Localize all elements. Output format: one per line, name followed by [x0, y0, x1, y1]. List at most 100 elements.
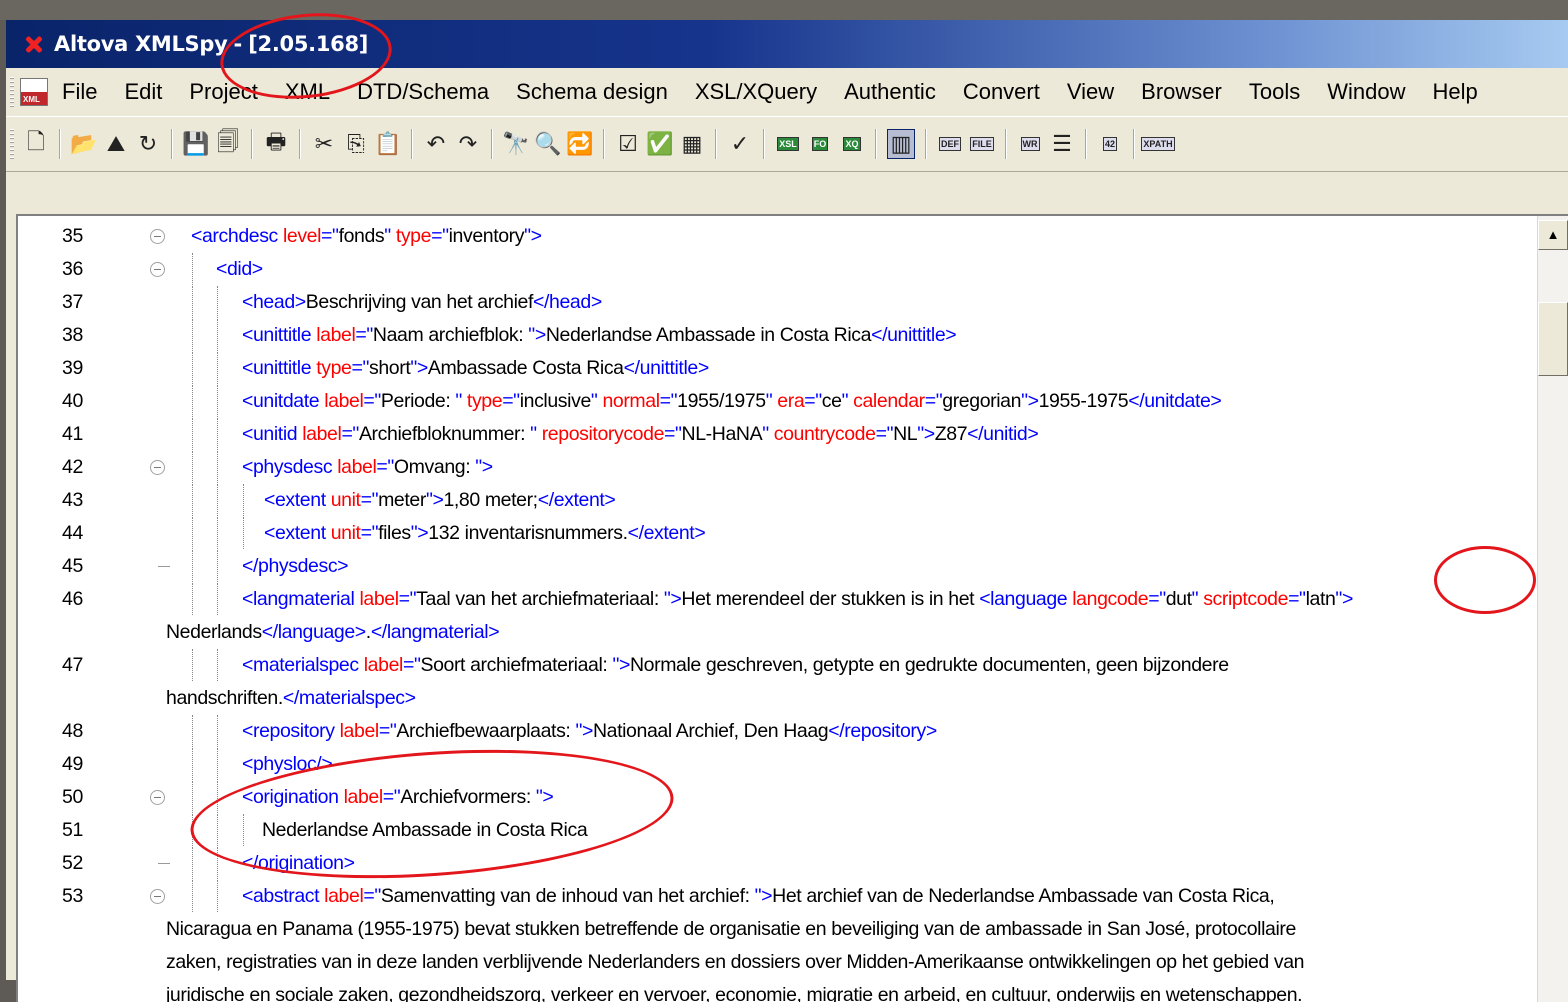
- open-folder-icon[interactable]: 📂: [70, 130, 97, 158]
- code-line[interactable]: 52 </origination>: [18, 847, 1528, 879]
- menu-xml[interactable]: XML: [285, 79, 330, 105]
- spellcheck-icon[interactable]: ✓: [727, 130, 753, 158]
- xml-attribute-name: type: [466, 390, 503, 412]
- xml-attribute-name: label: [324, 390, 364, 412]
- menu-tools[interactable]: Tools: [1249, 79, 1300, 105]
- reload-icon[interactable]: ↻: [135, 130, 161, 158]
- fold-toggle-icon[interactable]: [150, 889, 165, 904]
- open-url-icon[interactable]: ⛰: [103, 130, 129, 158]
- code-line[interactable]: 47 <materialspec label="Soort archiefmate…: [18, 649, 1528, 681]
- code-line[interactable]: 53 <abstract label="Samenvatting van de i…: [18, 880, 1528, 912]
- validate-icon[interactable]: ✅: [646, 130, 673, 158]
- xml-attribute-value: ce: [821, 390, 842, 412]
- copy-icon[interactable]: ⎘: [343, 130, 369, 158]
- xquery-icon[interactable]: XQ: [839, 130, 865, 158]
- project-validate-icon[interactable]: ▦: [679, 130, 705, 158]
- xml-tag: ">: [917, 423, 935, 445]
- code-line[interactable]: 50 <origination label="Archiefvormers: ">: [18, 781, 1528, 813]
- toolbar-separator: [715, 129, 717, 159]
- code-line[interactable]: zaken, registraties van in deze landen v…: [18, 946, 1528, 978]
- code-line[interactable]: 42 <physdesc label="Omvang: ">: [18, 451, 1528, 483]
- fold-toggle-icon[interactable]: [150, 790, 165, 805]
- fold-end-marker: [158, 566, 170, 567]
- scroll-thumb[interactable]: [1538, 302, 1568, 376]
- paste-icon[interactable]: 📋: [374, 130, 401, 158]
- menu-window[interactable]: Window: [1327, 79, 1405, 105]
- menu-help[interactable]: Help: [1432, 79, 1477, 105]
- code-line[interactable]: 41 <unitid label="Archiefbloknummer: " re…: [18, 418, 1528, 450]
- code-line[interactable]: 40 <unitdate label="Periode: " type="incl…: [18, 385, 1528, 417]
- text-editor[interactable]: 35 <archdesc level="fonds" type="inventor…: [16, 214, 1568, 1002]
- find-icon[interactable]: 🔭: [502, 130, 529, 158]
- code-line[interactable]: 49 <physloc/>: [18, 748, 1528, 780]
- code-text: handschriften.</materialspec>: [166, 682, 416, 714]
- fold-toggle-icon[interactable]: [150, 229, 165, 244]
- menu-view[interactable]: View: [1067, 79, 1114, 105]
- code-text: juridische en sociale zaken, gezondheids…: [166, 979, 1303, 1002]
- new-file-icon[interactable]: 🗋: [23, 129, 49, 158]
- indent-guide: [192, 583, 193, 615]
- code-line[interactable]: 35 <archdesc level="fonds" type="inventor…: [18, 220, 1528, 252]
- xml-text: Nicaragua en Panama (1955-1975) bevat st…: [166, 918, 1296, 940]
- line-number: 39: [62, 357, 83, 379]
- code-line[interactable]: Nederlands</language>.</langmaterial>: [18, 616, 1528, 648]
- def-icon[interactable]: DEF: [937, 130, 963, 158]
- replace-icon[interactable]: 🔁: [566, 130, 593, 158]
- version-label: [2.05.168]: [248, 32, 369, 56]
- line-number: 37: [62, 291, 83, 313]
- code-line[interactable]: 36 <did>: [18, 253, 1528, 285]
- code-line[interactable]: 37 <head>Beschrijving van het archief</he…: [18, 286, 1528, 318]
- save-icon[interactable]: 💾: [182, 130, 209, 158]
- save-all-icon[interactable]: 🗐: [215, 129, 241, 158]
- code-line[interactable]: 44 <extent unit="files">132 inventarisnum…: [18, 517, 1528, 549]
- menu-xsl-xquery[interactable]: XSL/XQuery: [695, 79, 817, 105]
- menu-dtd-schema[interactable]: DTD/Schema: [357, 79, 489, 105]
- text-view-icon[interactable]: ▥: [887, 129, 915, 159]
- code-line[interactable]: 46 <langmaterial label="Taal van het arch…: [18, 583, 1528, 615]
- undo-icon[interactable]: ↶: [423, 130, 449, 158]
- code-line[interactable]: 39 <unittitle type="short">Ambassade Cost…: [18, 352, 1528, 384]
- find-next-icon[interactable]: 🔍: [534, 130, 561, 158]
- code-line[interactable]: Nicaragua en Panama (1955-1975) bevat st…: [18, 913, 1528, 945]
- vertical-scrollbar[interactable]: ▲: [1537, 216, 1568, 1002]
- xml-tag: <abstract: [242, 885, 325, 907]
- pretty-print-icon[interactable]: ☰: [1049, 130, 1075, 158]
- wrap-icon[interactable]: WR: [1017, 130, 1043, 158]
- xml-tag: <unittitle: [242, 357, 317, 379]
- indent-guide: [217, 583, 218, 615]
- xpath-icon[interactable]: XPATH: [1141, 130, 1175, 158]
- menu-edit[interactable]: Edit: [124, 79, 162, 105]
- check-wellformed-icon[interactable]: ☑: [615, 130, 641, 158]
- menu-browser[interactable]: Browser: [1141, 79, 1222, 105]
- code-text: <physdesc label="Omvang: ">: [242, 451, 493, 483]
- menu-schema-design[interactable]: Schema design: [516, 79, 668, 105]
- indent-guide: [217, 451, 218, 483]
- code-line[interactable]: handschriften.</materialspec>: [18, 682, 1528, 714]
- code-line[interactable]: 43 <extent unit="meter">1,80 meter;</exte…: [18, 484, 1528, 516]
- cut-icon[interactable]: ✂: [311, 130, 337, 158]
- fold-toggle-icon[interactable]: [150, 262, 165, 277]
- menu-grip[interactable]: [10, 77, 14, 107]
- code-line[interactable]: 51 Nederlandse Ambassade in Costa Rica: [18, 814, 1528, 846]
- fo-transform-icon[interactable]: FO: [807, 130, 833, 158]
- code-line[interactable]: 45 </physdesc>: [18, 550, 1528, 582]
- print-icon[interactable]: 🖶: [263, 129, 289, 158]
- redo-icon[interactable]: ↷: [455, 130, 481, 158]
- file-icon[interactable]: FILE: [969, 130, 995, 158]
- menu-project[interactable]: Project: [189, 79, 257, 105]
- xml-attribute-value: Periode:: [380, 390, 456, 412]
- xml-document-icon[interactable]: XML: [20, 78, 48, 106]
- code-line[interactable]: juridische en sociale zaken, gezondheids…: [18, 979, 1528, 1002]
- fold-toggle-icon[interactable]: [150, 460, 165, 475]
- code-line[interactable]: 38 <unittitle label="Naam archiefblok: ">…: [18, 319, 1528, 351]
- scroll-up-button[interactable]: ▲: [1538, 220, 1568, 250]
- toolbar-grip[interactable]: [10, 129, 14, 159]
- xsl-transform-icon[interactable]: XSL: [775, 130, 801, 158]
- xml-attribute-name: unit: [330, 489, 361, 511]
- xml-tag: <language: [979, 588, 1073, 610]
- menu-authentic[interactable]: Authentic: [844, 79, 936, 105]
- menu-file[interactable]: File: [62, 79, 97, 105]
- line-numbers-icon[interactable]: 42: [1097, 130, 1123, 158]
- menu-convert[interactable]: Convert: [963, 79, 1040, 105]
- code-line[interactable]: 48 <repository label="Archiefbewaarplaats…: [18, 715, 1528, 747]
